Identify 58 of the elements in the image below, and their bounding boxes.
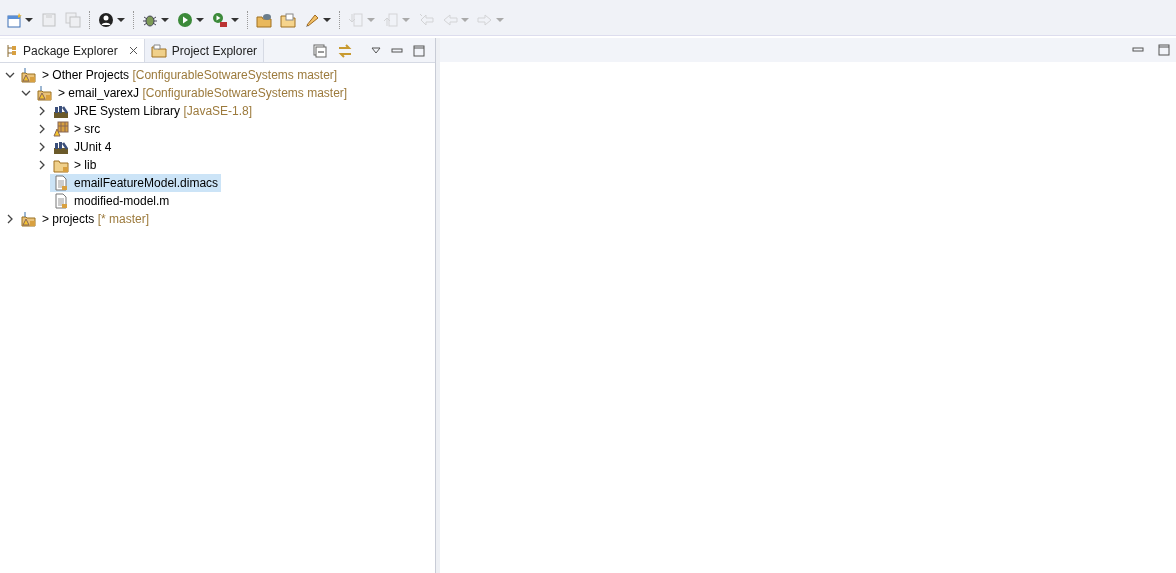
chevron-right-icon[interactable] xyxy=(37,106,47,116)
tree-item[interactable]: modified-model.m xyxy=(50,192,173,210)
tree-item[interactable]: JUnit 4 xyxy=(50,138,115,156)
view-tab[interactable]: Package Explorer xyxy=(0,39,145,62)
chevron-down-icon[interactable] xyxy=(5,70,15,80)
view-menu-icon[interactable] xyxy=(371,47,381,55)
save-all-icon xyxy=(65,12,81,28)
chevron-right-icon[interactable] xyxy=(37,124,47,134)
tree-item[interactable]: JRE System Library [JavaSE-1.8] xyxy=(50,102,256,120)
minimize-icon[interactable] xyxy=(1132,47,1144,53)
view-tab[interactable]: Project Explorer xyxy=(144,39,265,62)
dropdown-caret-icon[interactable] xyxy=(117,18,125,22)
folder-icon xyxy=(280,12,296,28)
file-icon xyxy=(53,193,69,209)
package-explorer-icon xyxy=(6,43,18,58)
dropdown-caret-icon[interactable] xyxy=(323,18,331,22)
dropdown-caret-icon[interactable] xyxy=(231,18,239,22)
chevron-right-icon[interactable] xyxy=(37,160,47,170)
maximize-icon[interactable] xyxy=(413,45,425,57)
tree-item[interactable]: > projects [* master] xyxy=(18,210,153,228)
project-icon xyxy=(21,211,37,227)
folder-icon xyxy=(256,12,272,28)
project-icon xyxy=(37,85,53,101)
collapse-all-icon[interactable] xyxy=(313,44,327,58)
tree-item[interactable]: > Other Projects [ConfigurableSotwareSystems master] xyxy=(18,66,341,84)
left-arrow-icon xyxy=(418,12,434,28)
package-folder-icon xyxy=(53,121,69,137)
up-arrow-icon xyxy=(383,12,399,28)
folder-icon xyxy=(53,157,69,173)
chevron-down-icon[interactable] xyxy=(21,88,31,98)
file-icon xyxy=(53,175,69,191)
close-icon[interactable] xyxy=(128,45,138,55)
dropdown-caret-icon[interactable] xyxy=(196,18,204,22)
chevron-right-icon[interactable] xyxy=(5,214,15,224)
tree-item[interactable]: emailFeatureModel.dimacs xyxy=(50,174,222,192)
left-arrow-icon xyxy=(442,12,458,28)
bug-icon xyxy=(142,12,158,28)
books-icon xyxy=(53,103,69,119)
dropdown-caret-icon[interactable] xyxy=(25,18,33,22)
tree-item[interactable]: > lib xyxy=(50,156,100,174)
books-icon xyxy=(53,139,69,155)
run-icon xyxy=(177,12,193,28)
down-arrow-icon xyxy=(348,12,364,28)
dropdown-caret-icon[interactable] xyxy=(161,18,169,22)
tree-item[interactable]: > email_varexJ [ConfigurableSotwareSystems master] xyxy=(34,84,351,102)
pencil-icon xyxy=(304,12,320,28)
new-window-icon xyxy=(6,12,22,28)
project-icon xyxy=(21,67,37,83)
person-icon xyxy=(98,12,114,28)
chevron-right-icon[interactable] xyxy=(37,142,47,152)
folder-icon xyxy=(150,43,167,58)
maximize-icon[interactable] xyxy=(1158,44,1170,56)
link-arrows-icon[interactable] xyxy=(337,44,353,58)
right-arrow-icon xyxy=(477,12,493,28)
save-icon xyxy=(41,12,57,28)
tree-item[interactable]: > src xyxy=(50,120,104,138)
run-tool-icon xyxy=(212,12,228,28)
minimize-icon[interactable] xyxy=(391,48,403,54)
